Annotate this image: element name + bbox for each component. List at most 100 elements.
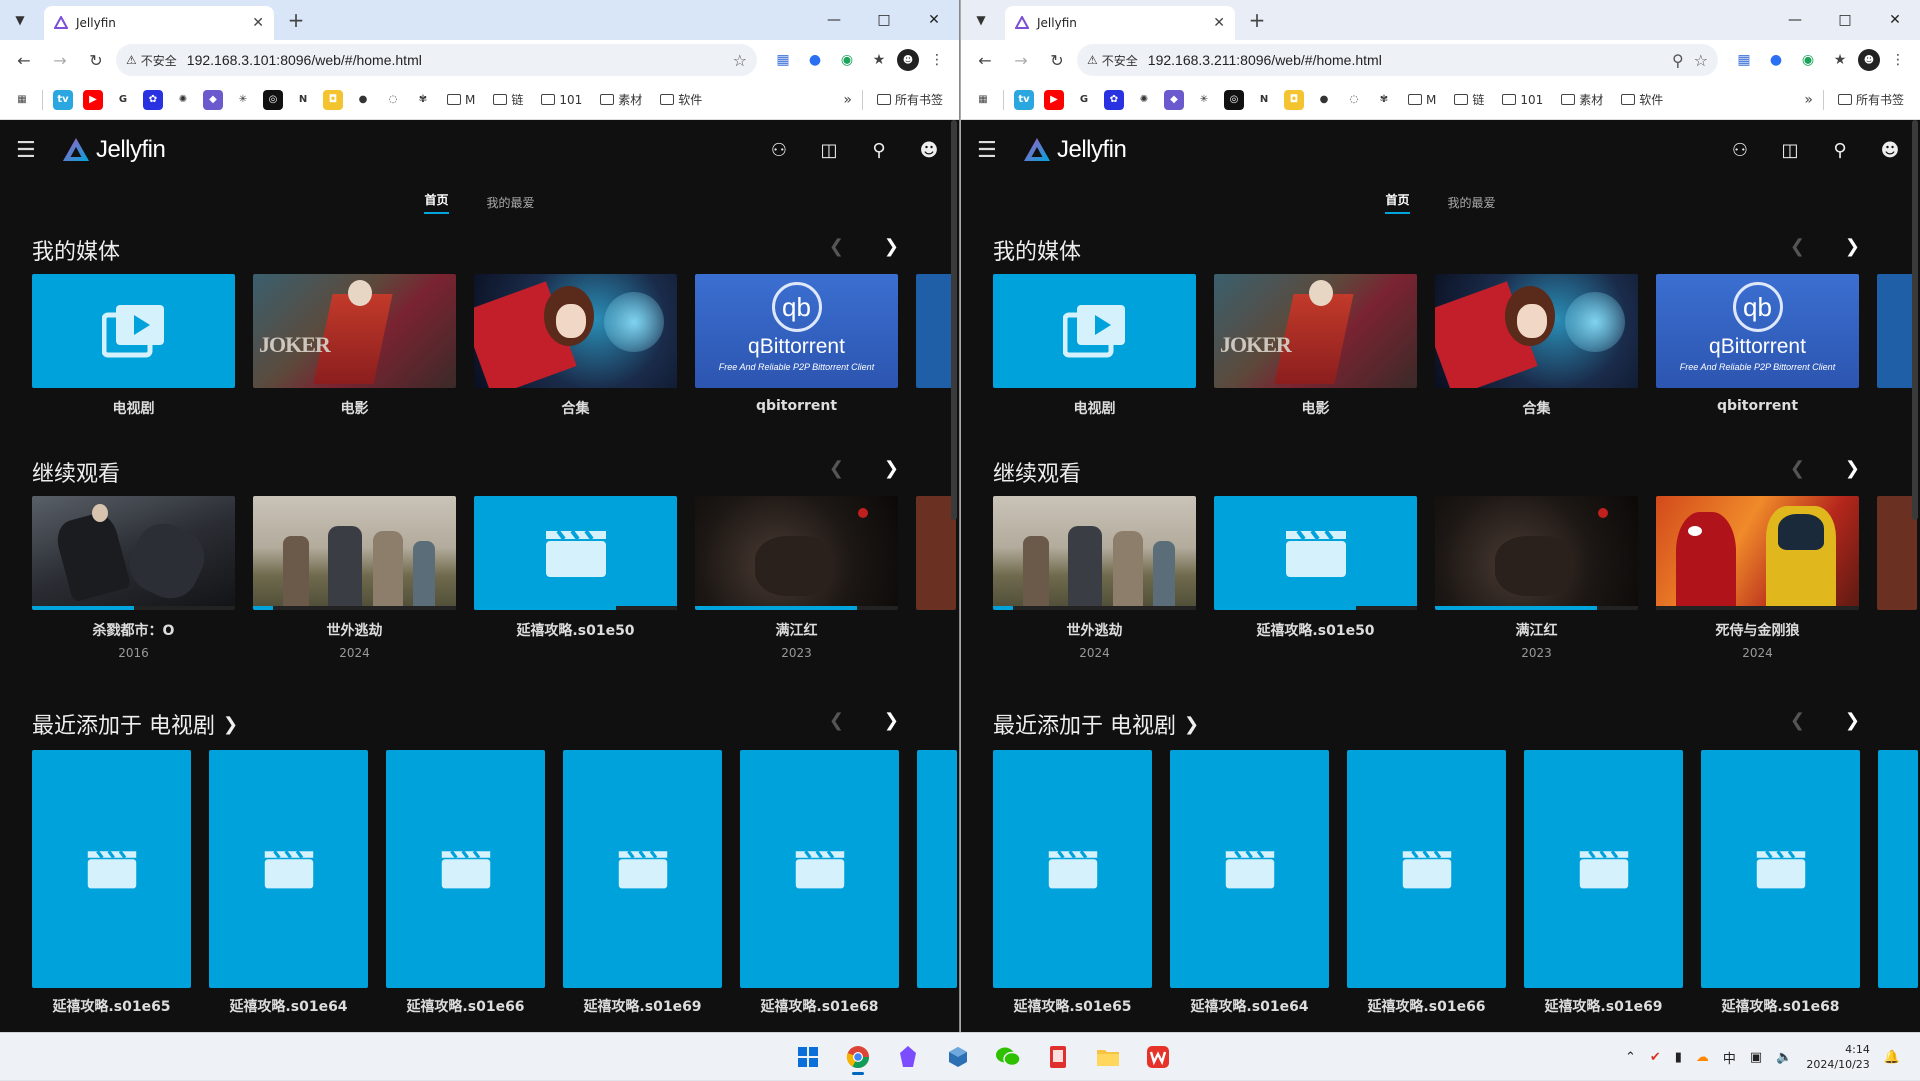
- episode-thumbnail[interactable]: [740, 750, 899, 988]
- back-arrow-icon[interactable]: ←: [969, 44, 1001, 76]
- extension-green-icon[interactable]: ◉: [1794, 46, 1822, 74]
- episode-title[interactable]: 延禧攻略.s01e69: [563, 996, 722, 1016]
- bookmarks-more-chevron-icon[interactable]: »: [843, 92, 852, 108]
- extension-blue-icon[interactable]: ●: [801, 46, 829, 74]
- episode-thumbnail[interactable]: [1524, 750, 1683, 988]
- library-thumbnail[interactable]: [1435, 274, 1638, 388]
- bookmark-folder[interactable]: M: [1404, 93, 1440, 107]
- continue-title[interactable]: 死侍与金刚狼: [1656, 620, 1859, 640]
- tab-home[interactable]: 首页: [1385, 191, 1410, 214]
- maximize-icon[interactable]: □: [1820, 0, 1870, 40]
- continue-watching-card[interactable]: 世外逃劫 2024: [993, 496, 1196, 660]
- episode-title[interactable]: 延禧攻略.s01e69: [1524, 996, 1683, 1016]
- bookmark-folder[interactable]: 软件: [656, 91, 706, 108]
- page-scrollbar[interactable]: [1912, 120, 1918, 520]
- bookmark-huawei-icon[interactable]: ✾: [413, 90, 433, 110]
- all-bookmarks-folder[interactable]: 所有书签: [1834, 91, 1908, 108]
- bookmark-folder[interactable]: 101: [1498, 93, 1547, 107]
- tab-home[interactable]: 首页: [424, 191, 449, 214]
- continue-watching-card[interactable]: 世外逃劫 2024: [253, 496, 456, 660]
- library-thumbnail[interactable]: [474, 274, 677, 388]
- episode-title[interactable]: 延禧攻略.s01e65: [993, 996, 1152, 1016]
- recent-episode-card[interactable]: 延禧攻略.s01e65: [32, 750, 191, 1016]
- library-thumbnail[interactable]: [1877, 274, 1917, 388]
- tab-close-icon[interactable]: ✕: [252, 15, 264, 31]
- password-key-icon[interactable]: ⚲: [1672, 51, 1684, 70]
- cloud-icon[interactable]: ☁: [1696, 1050, 1709, 1065]
- obsidian-icon[interactable]: [890, 1039, 926, 1075]
- bookmark-yellow-app-icon[interactable]: ◘: [323, 89, 343, 110]
- bookmark-claude-icon[interactable]: ✳: [233, 90, 253, 110]
- episode-thumbnail[interactable]: [993, 750, 1152, 988]
- media-library-card[interactable]: qb qBittorrent Free And Reliable P2P Bit…: [695, 274, 898, 418]
- continue-thumbnail[interactable]: [1435, 496, 1638, 610]
- cast-icon[interactable]: ◫: [815, 136, 843, 164]
- all-bookmarks-folder[interactable]: 所有书签: [873, 91, 947, 108]
- continue-thumbnail[interactable]: [916, 496, 956, 610]
- profile-avatar-icon[interactable]: ☻: [1858, 49, 1880, 71]
- maximize-icon[interactable]: □: [859, 0, 909, 40]
- reload-icon[interactable]: ↻: [1041, 44, 1073, 76]
- minimize-icon[interactable]: —: [1770, 0, 1820, 40]
- bookmark-folder[interactable]: 链: [489, 91, 527, 108]
- jellyfin-logo[interactable]: Jellyfin: [62, 136, 166, 164]
- network-icon[interactable]: ▣: [1750, 1050, 1762, 1065]
- library-thumbnail[interactable]: JOKER: [253, 274, 456, 388]
- bookmark-folder[interactable]: 软件: [1617, 91, 1667, 108]
- user-icon[interactable]: ☻: [1876, 136, 1904, 164]
- bookmark-baidu-icon[interactable]: ✿: [143, 89, 163, 110]
- library-thumbnail[interactable]: JOKER: [1214, 274, 1417, 388]
- bookmark-openai-icon[interactable]: ✺: [173, 90, 193, 110]
- forward-arrow-icon[interactable]: →: [44, 44, 76, 76]
- episode-thumbnail[interactable]: [1170, 750, 1329, 988]
- bookmark-baidu-icon[interactable]: ✿: [1104, 89, 1124, 110]
- scroll-right-chevron-icon[interactable]: ❯: [1845, 710, 1860, 731]
- security-chip[interactable]: ⚠ 不安全: [1087, 52, 1138, 69]
- ime-icon[interactable]: 中: [1723, 1048, 1736, 1067]
- episode-title[interactable]: 延禧攻略.s01e66: [1347, 996, 1506, 1016]
- apps-grid-icon[interactable]: ▦: [973, 90, 993, 110]
- recent-episode-card[interactable]: 延禧攻略.s01e68: [1701, 750, 1860, 1016]
- continue-watching-card-partial[interactable]: [916, 496, 956, 660]
- clock[interactable]: 4:14 2024/10/23: [1806, 1042, 1869, 1072]
- continue-watching-card[interactable]: 满江红 2023: [1435, 496, 1638, 660]
- kebab-menu-icon[interactable]: ⋮: [923, 46, 951, 74]
- extension-grid-icon[interactable]: ▦: [1730, 46, 1758, 74]
- extensions-puzzle-icon[interactable]: ★: [1826, 46, 1854, 74]
- scroll-right-chevron-icon[interactable]: ❯: [1845, 236, 1860, 257]
- media-library-card-partial[interactable]: [916, 274, 956, 418]
- url-text[interactable]: 192.168.3.211:8096/web/#/home.html: [1148, 52, 1662, 68]
- file-explorer-icon[interactable]: [1090, 1039, 1126, 1075]
- episode-thumbnail[interactable]: [1878, 750, 1918, 988]
- library-thumbnail[interactable]: [993, 274, 1196, 388]
- media-library-card[interactable]: 电视剧: [32, 274, 235, 418]
- search-icon[interactable]: ⚲: [1826, 136, 1854, 164]
- episode-thumbnail[interactable]: [32, 750, 191, 988]
- omnibox[interactable]: ⚠ 不安全 192.168.3.211:8096/web/#/home.html …: [1077, 44, 1718, 76]
- media-library-card[interactable]: JOKER 电影: [253, 274, 456, 418]
- library-thumbnail[interactable]: [32, 274, 235, 388]
- library-label[interactable]: 电影: [253, 398, 456, 418]
- media-library-card-partial[interactable]: [1877, 274, 1917, 418]
- media-library-card[interactable]: qb qBittorrent Free And Reliable P2P Bit…: [1656, 274, 1859, 418]
- scroll-left-chevron-icon[interactable]: ❮: [1790, 236, 1805, 257]
- recent-episode-card-partial[interactable]: [917, 750, 957, 1016]
- url-text[interactable]: 192.168.3.101:8096/web/#/home.html: [187, 52, 723, 68]
- new-tab-plus-icon[interactable]: +: [284, 8, 308, 32]
- profile-avatar-icon[interactable]: ☻: [897, 49, 919, 71]
- episode-title[interactable]: 延禧攻略.s01e65: [32, 996, 191, 1016]
- bookmark-edge-icon[interactable]: ◌: [383, 90, 403, 110]
- media-library-card[interactable]: 合集: [474, 274, 677, 418]
- continue-watching-card[interactable]: 满江红 2023: [695, 496, 898, 660]
- recent-episode-card[interactable]: 延禧攻略.s01e68: [740, 750, 899, 1016]
- continue-title[interactable]: 满江红: [695, 620, 898, 640]
- security-app-icon[interactable]: ✔: [1650, 1050, 1661, 1065]
- library-label[interactable]: 电视剧: [32, 398, 235, 418]
- section-title-link[interactable]: 最近添加于 电视剧 ❯: [993, 704, 1920, 744]
- recent-episode-card[interactable]: 延禧攻略.s01e65: [993, 750, 1152, 1016]
- continue-watching-card[interactable]: 延禧攻略.s01e50: [1214, 496, 1417, 660]
- bookmark-edge-icon[interactable]: ◌: [1344, 90, 1364, 110]
- media-library-card[interactable]: 电视剧: [993, 274, 1196, 418]
- presentation-app-icon[interactable]: [1040, 1039, 1076, 1075]
- security-chip[interactable]: ⚠ 不安全: [126, 52, 177, 69]
